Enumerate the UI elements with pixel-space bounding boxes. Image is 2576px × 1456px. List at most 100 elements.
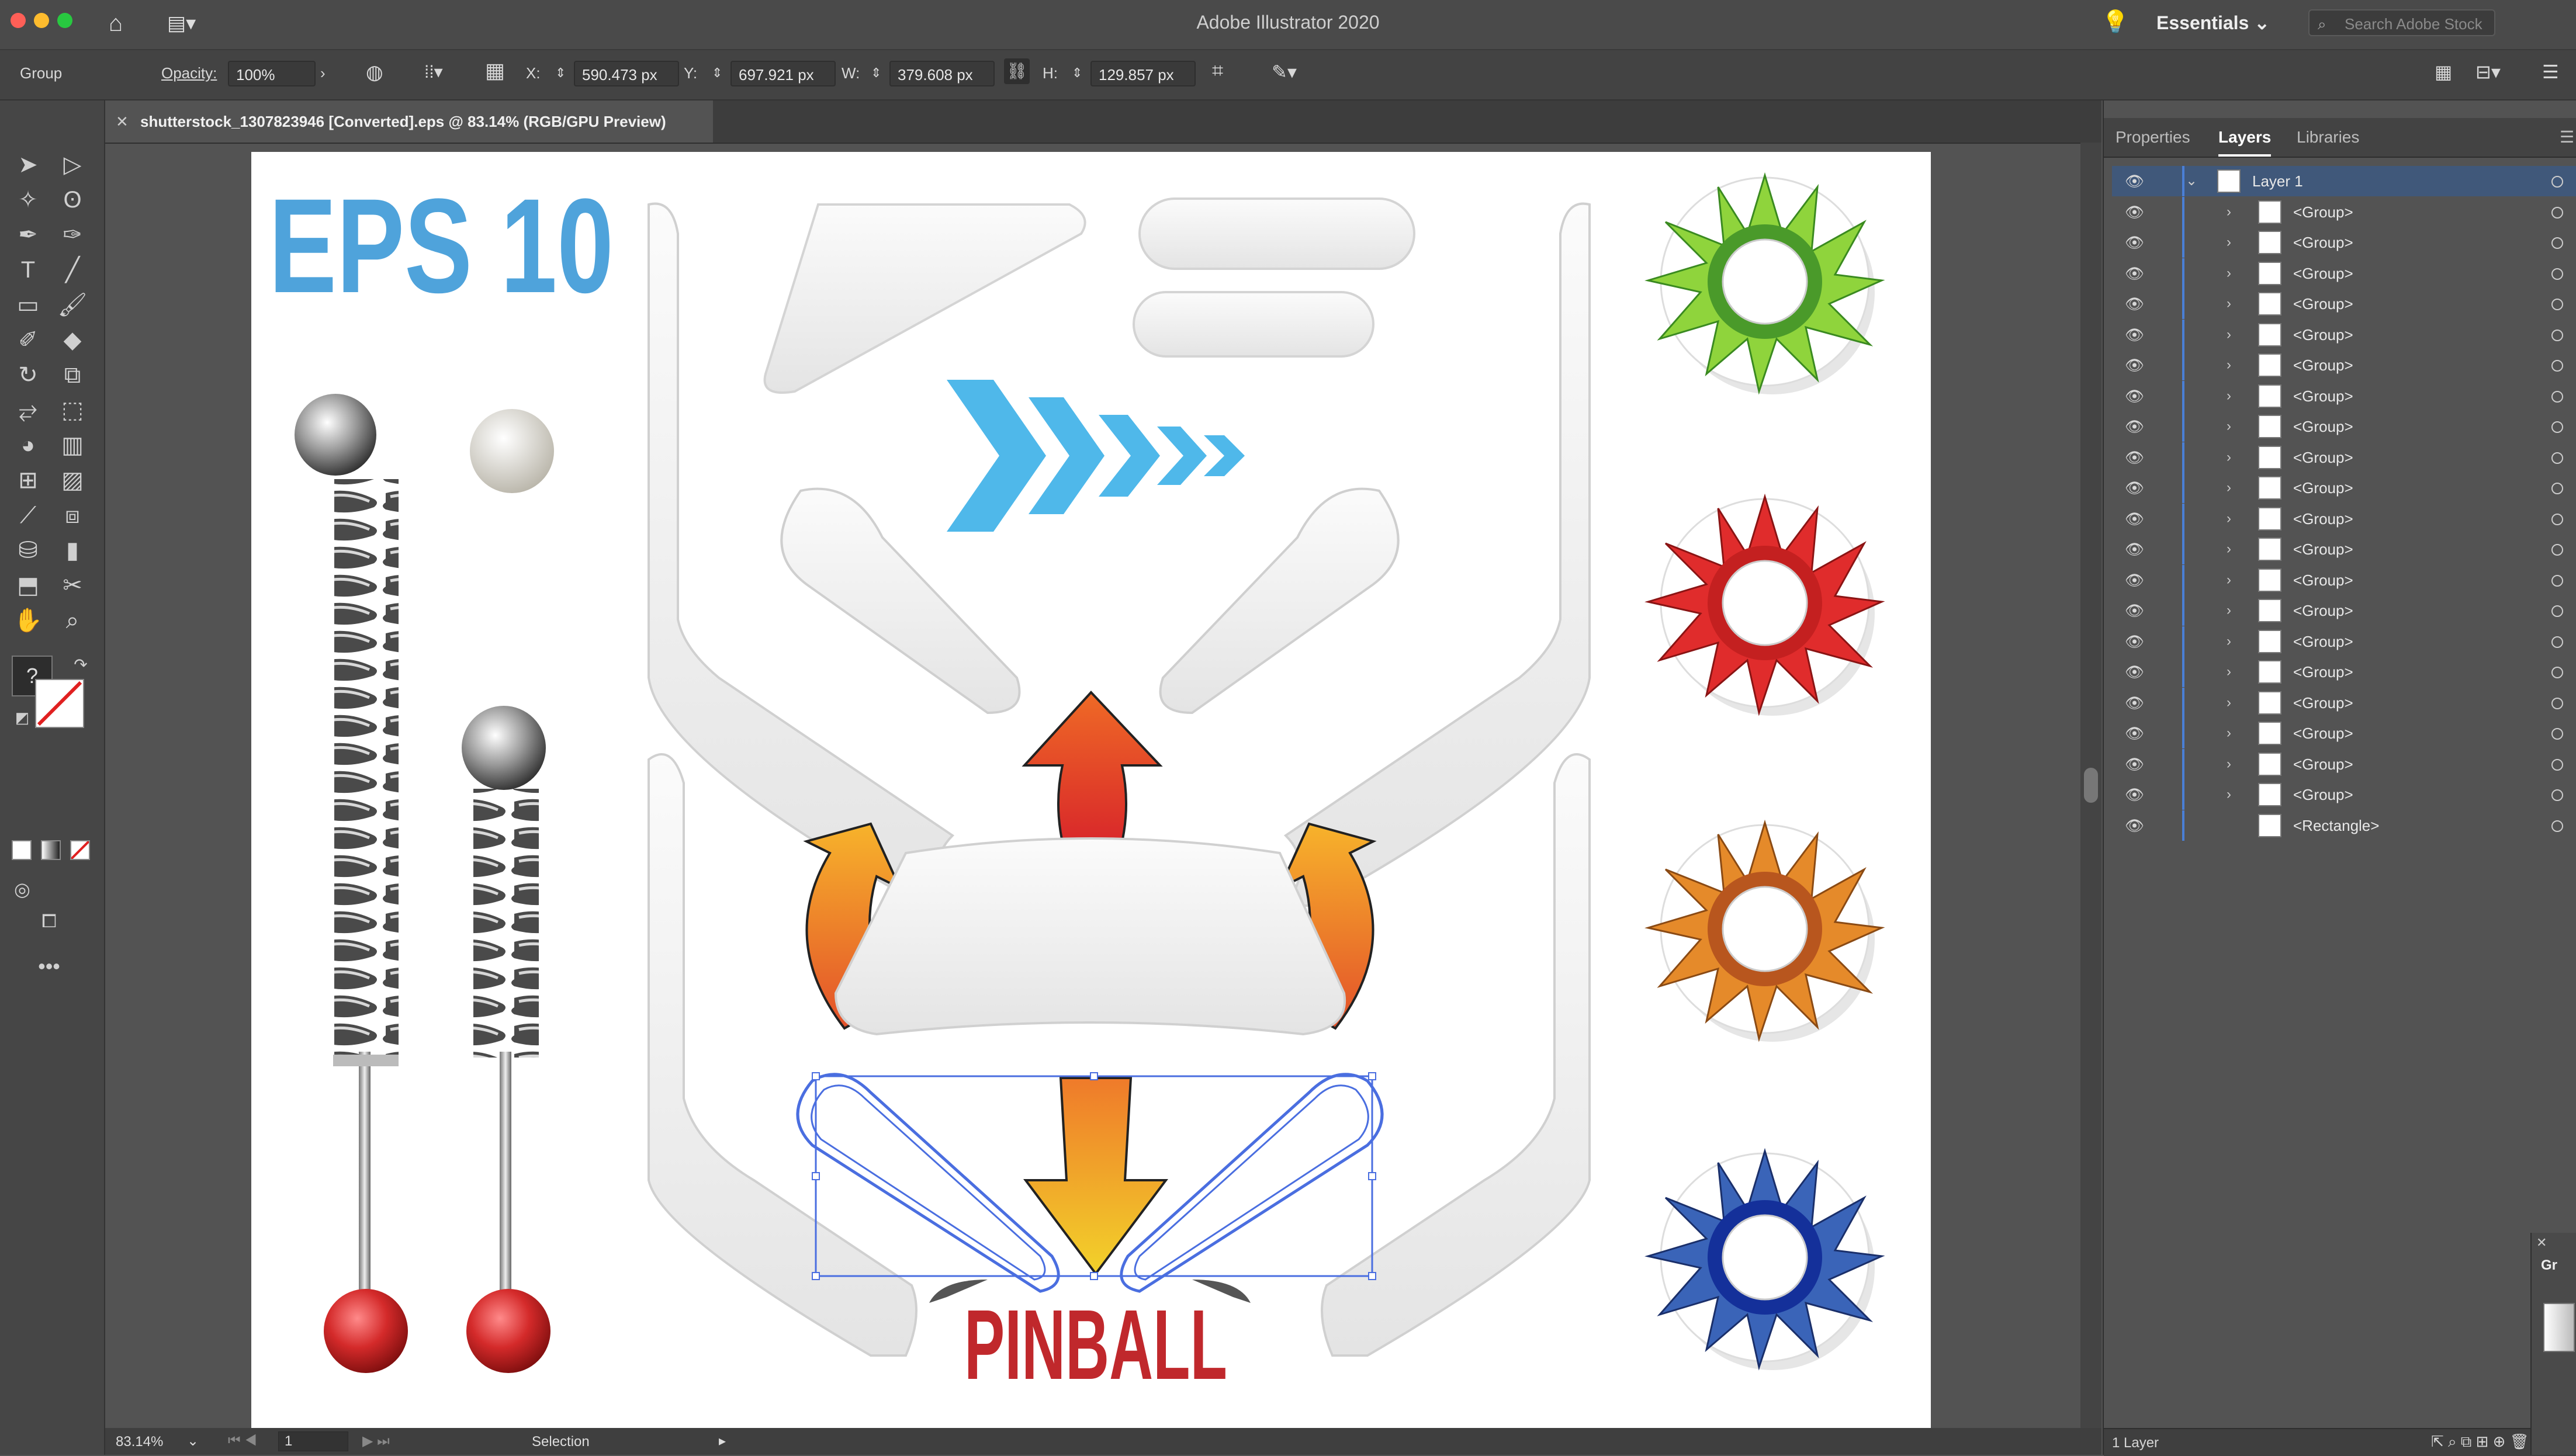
selection-handle[interactable] xyxy=(1368,1072,1376,1080)
target-icon[interactable] xyxy=(2551,176,2563,188)
target-icon[interactable] xyxy=(2551,667,2563,678)
target-icon[interactable] xyxy=(2551,206,2563,219)
item-name[interactable]: <Group> xyxy=(2293,626,2353,657)
item-name[interactable]: <Group> xyxy=(2293,227,2353,258)
visibility-eye-icon[interactable]: 👁 xyxy=(2125,350,2144,380)
pearl-ball[interactable] xyxy=(470,409,554,493)
layer-item-row[interactable]: 👁 › <Group> xyxy=(2112,289,2576,319)
first-artboard-icon[interactable]: ⏮ ◀ xyxy=(228,1433,257,1449)
item-name[interactable]: <Group> xyxy=(2293,565,2353,595)
width-tool-icon[interactable]: ⥂ xyxy=(13,395,43,425)
free-transform-icon[interactable]: ⬚ xyxy=(57,395,88,425)
magic-wand-icon[interactable]: ✧ xyxy=(13,185,43,215)
layer-row[interactable]: 👁 ⌄ Layer 1 xyxy=(2112,166,2576,196)
type-tool-icon[interactable]: T xyxy=(13,255,43,285)
item-name[interactable]: <Group> xyxy=(2293,749,2353,779)
arrange-panels-icon[interactable]: ▦ xyxy=(2435,61,2452,83)
direct-selection-tool-icon[interactable]: ▷ xyxy=(57,150,88,180)
chevron-right-icon[interactable]: › xyxy=(2227,749,2231,779)
visibility-eye-icon[interactable]: 👁 xyxy=(2125,320,2144,350)
item-name[interactable]: <Group> xyxy=(2293,688,2353,718)
document-tab[interactable]: ✕ shutterstock_1307823946 [Converted].ep… xyxy=(105,100,713,143)
artboard[interactable]: EPS 10 PINBALL xyxy=(251,152,1931,1428)
target-icon[interactable] xyxy=(2551,636,2563,648)
layer-item-row[interactable]: 👁 › <Group> xyxy=(2112,564,2576,595)
default-colors-icon[interactable]: ◩ xyxy=(7,702,37,733)
zoom-dropdown-icon[interactable]: ⌄ xyxy=(187,1433,199,1450)
layer-item-row[interactable]: 👁 › <Group> xyxy=(2112,534,2576,564)
lane-pill-bottom[interactable] xyxy=(1133,291,1374,358)
visibility-eye-icon[interactable]: 👁 xyxy=(2125,779,2144,810)
layer-item-row[interactable]: 👁 <Rectangle> xyxy=(2112,810,2576,841)
selection-handle[interactable] xyxy=(812,1072,820,1080)
visibility-eye-icon[interactable]: 👁 xyxy=(2125,473,2144,503)
collapsed-gradient-panel[interactable]: ✕ Gr xyxy=(2530,1233,2576,1455)
swap-fill-stroke-icon[interactable]: ↷ xyxy=(65,650,96,680)
close-panel-icon[interactable]: ✕ xyxy=(2536,1235,2547,1250)
scroll-thumb[interactable] xyxy=(2084,768,2098,803)
x-field[interactable]: 590.473 px xyxy=(574,61,679,86)
search-adobe-stock-input[interactable]: ⌕ Search Adobe Stock xyxy=(2308,9,2495,36)
item-name[interactable]: <Group> xyxy=(2293,258,2353,289)
opacity-label[interactable]: Opacity: xyxy=(161,64,217,82)
chevron-right-icon[interactable]: › xyxy=(2227,504,2231,534)
visibility-eye-icon[interactable]: 👁 xyxy=(2125,718,2144,748)
lightbulb-icon[interactable]: 💡 xyxy=(2101,9,2129,35)
chevron-right-icon[interactable]: › xyxy=(2227,657,2231,687)
eps-label[interactable]: EPS 10 xyxy=(269,171,614,321)
zoom-level[interactable]: 83.14% xyxy=(116,1434,163,1450)
visibility-eye-icon[interactable]: 👁 xyxy=(2125,657,2144,687)
steel-ball-top[interactable] xyxy=(295,394,376,476)
target-icon[interactable] xyxy=(2551,513,2563,525)
perspective-grid-icon[interactable]: ▥ xyxy=(57,430,88,460)
gradient-swatch[interactable] xyxy=(2543,1303,2575,1352)
layer-item-row[interactable]: 👁 › <Group> xyxy=(2112,442,2576,473)
chevron-right-icon[interactable]: › xyxy=(2227,626,2231,657)
scale-tool-icon[interactable]: ⧉ xyxy=(57,360,88,390)
layer-item-row[interactable]: 👁 › <Group> xyxy=(2112,196,2576,227)
selection-handle[interactable] xyxy=(1090,1272,1098,1280)
long-spring[interactable] xyxy=(334,479,399,1058)
curvature-tool-icon[interactable]: ✑ xyxy=(57,220,88,250)
red-bumper[interactable] xyxy=(1644,493,1885,716)
item-name[interactable]: <Group> xyxy=(2293,350,2353,380)
pinball-label[interactable]: PINBALL xyxy=(964,1289,1227,1400)
item-name[interactable]: <Group> xyxy=(2293,595,2353,626)
visibility-eye-icon[interactable]: 👁 xyxy=(2125,810,2144,841)
reference-point-icon[interactable]: ▦ xyxy=(485,58,505,83)
tab-libraries[interactable]: Libraries xyxy=(2297,118,2359,157)
shaper-tool-icon[interactable]: ✐ xyxy=(13,325,43,355)
visibility-eye-icon[interactable]: 👁 xyxy=(2125,534,2144,564)
menu-icon[interactable]: ☰ xyxy=(2542,61,2559,83)
paintbrush-icon[interactable]: 🖌 xyxy=(57,290,88,320)
opacity-field[interactable]: 100% xyxy=(228,61,316,86)
layer-item-row[interactable]: 👁 › <Group> xyxy=(2112,503,2576,534)
target-icon[interactable] xyxy=(2551,299,2563,310)
target-icon[interactable] xyxy=(2551,574,2563,587)
w-stepper-icon[interactable]: ⇕ xyxy=(871,65,881,81)
layer-name[interactable]: Layer 1 xyxy=(2252,166,2303,196)
eyedropper-icon[interactable]: ⟋ xyxy=(13,500,43,531)
selection-handle[interactable] xyxy=(1368,1172,1376,1180)
target-icon[interactable] xyxy=(2551,329,2563,341)
chevron-right-icon[interactable]: › xyxy=(2227,381,2231,411)
steel-ball-short[interactable] xyxy=(462,706,546,790)
down-arrow-icon[interactable] xyxy=(1023,1077,1168,1276)
recolor-icon[interactable]: ◍ xyxy=(366,61,383,84)
stroke-swatch[interactable] xyxy=(35,679,84,728)
layer-item-row[interactable]: 👁 › <Group> xyxy=(2112,319,2576,350)
selection-handle[interactable] xyxy=(1368,1272,1376,1280)
chevron-right-icon[interactable]: › xyxy=(2227,289,2231,319)
visibility-eye-icon[interactable]: 👁 xyxy=(2125,565,2144,595)
artboard-number-field[interactable]: 1 xyxy=(278,1431,348,1451)
visibility-eye-icon[interactable]: 👁 xyxy=(2125,258,2144,289)
panel-footer-icons[interactable]: ⇱ ⌕ ⧉ ⊞ ⊕ 🗑 xyxy=(2431,1433,2529,1451)
target-icon[interactable] xyxy=(2551,483,2563,494)
item-name[interactable]: <Group> xyxy=(2293,779,2353,810)
layer-item-row[interactable]: 👁 › <Group> xyxy=(2112,595,2576,626)
chevron-right-icon[interactable]: › xyxy=(2227,595,2231,626)
status-menu-icon[interactable]: ▸ xyxy=(719,1433,726,1450)
center-plate[interactable] xyxy=(834,837,1346,1036)
selection-tool-icon[interactable]: ➤ xyxy=(13,150,43,180)
transform-icon[interactable]: ⌗ xyxy=(1212,60,1223,82)
